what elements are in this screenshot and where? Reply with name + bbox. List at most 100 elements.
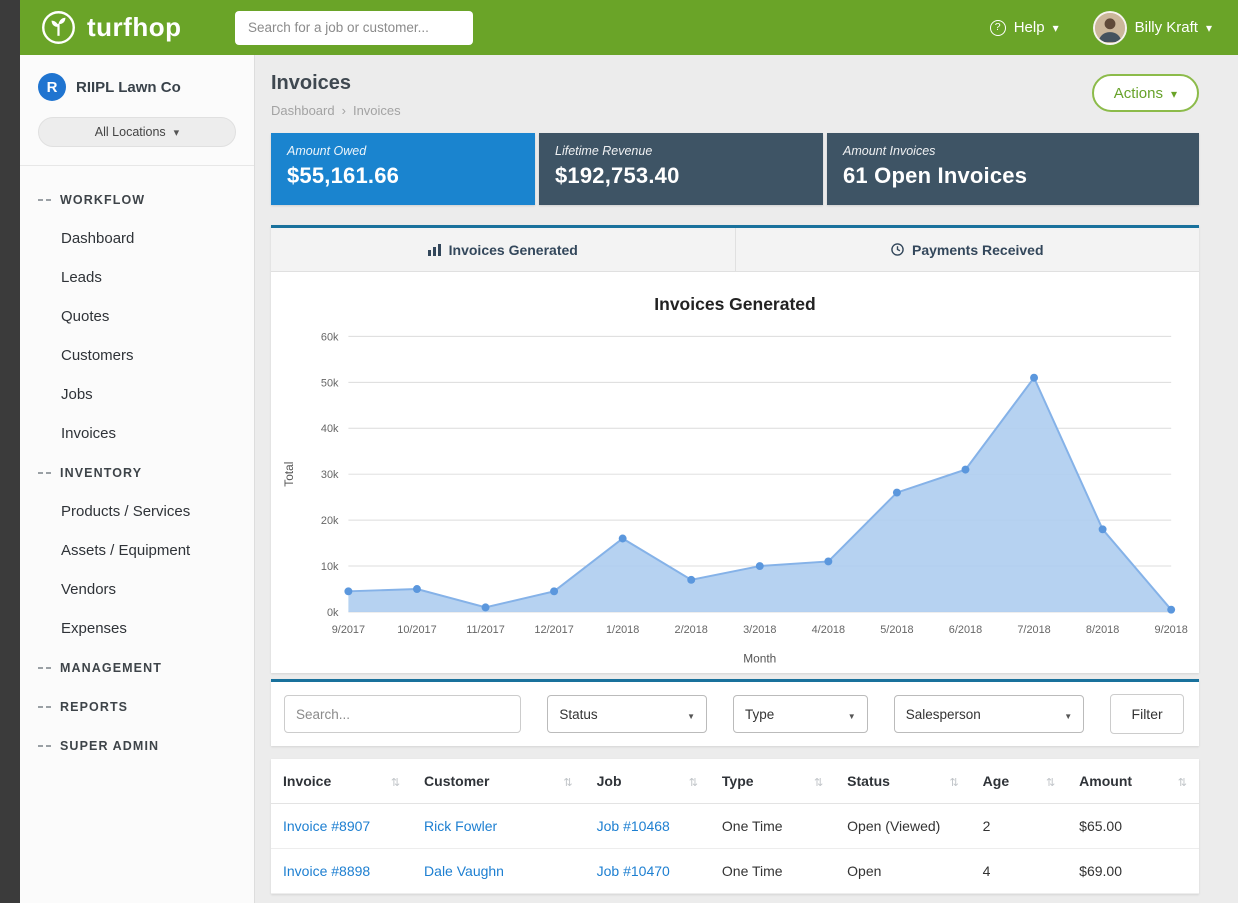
invoice-cell: Invoice #8898 <box>271 849 412 894</box>
customer-link[interactable]: Rick Fowler <box>424 818 497 834</box>
section-icon <box>38 199 51 201</box>
column-header-job[interactable]: Job <box>585 759 710 804</box>
chart-panel: Invoices Generated Payments Received <box>271 225 1199 673</box>
column-header-type[interactable]: Type <box>710 759 835 804</box>
stat-value: $192,753.40 <box>555 163 807 189</box>
svg-text:3/2018: 3/2018 <box>743 624 776 636</box>
sort-icon[interactable] <box>949 773 958 789</box>
sort-icon[interactable] <box>1046 773 1055 789</box>
salesperson-select-value: Salesperson <box>906 707 981 722</box>
company-selector[interactable]: R RIIPL Lawn Co <box>20 71 254 101</box>
sidebar-item-vendors[interactable]: Vendors <box>20 570 254 609</box>
type-select[interactable]: Type <box>733 695 868 733</box>
chevron-down-icon <box>848 707 856 722</box>
breadcrumb-dashboard[interactable]: Dashboard <box>271 103 335 118</box>
svg-text:7/2018: 7/2018 <box>1017 624 1050 636</box>
nav-section-reports[interactable]: REPORTS <box>20 687 254 726</box>
customer-link[interactable]: Dale Vaughn <box>424 863 504 879</box>
sidebar-item-quotes[interactable]: Quotes <box>20 297 254 336</box>
column-label: Age <box>983 773 1009 789</box>
table-row: Invoice #8907Rick FowlerJob #10468One Ti… <box>271 804 1199 849</box>
app-body: R RIIPL Lawn Co All Locations WORKFLOWDa… <box>20 55 1238 903</box>
sidebar-item-invoices[interactable]: Invoices <box>20 414 254 453</box>
location-selector-value: All Locations <box>95 125 166 139</box>
column-label: Customer <box>424 773 489 789</box>
help-menu[interactable]: Help <box>990 19 1059 36</box>
svg-text:30k: 30k <box>321 469 339 481</box>
sort-icon[interactable] <box>814 773 823 789</box>
user-menu[interactable]: Billy Kraft <box>1093 11 1212 45</box>
sort-icon[interactable] <box>689 773 698 789</box>
svg-text:1/2018: 1/2018 <box>606 624 639 636</box>
column-header-invoice[interactable]: Invoice <box>271 759 412 804</box>
bar-chart-icon <box>428 244 441 256</box>
column-header-customer[interactable]: Customer <box>412 759 585 804</box>
sidebar-item-customers[interactable]: Customers <box>20 336 254 375</box>
invoices-table-card: Invoice Customer JobType Status Age Amount In… <box>271 759 1199 894</box>
nav-section-inventory[interactable]: INVENTORY <box>20 453 254 492</box>
nav-section-super-admin[interactable]: SUPER ADMIN <box>20 726 254 765</box>
breadcrumb-invoices: Invoices <box>353 103 401 118</box>
sidebar-nav: WORKFLOWDashboardLeadsQuotesCustomersJob… <box>20 166 254 765</box>
svg-text:Total: Total <box>282 462 296 487</box>
column-label: Status <box>847 773 890 789</box>
nav-section-label: MANAGEMENT <box>60 661 162 675</box>
company-name: RIIPL Lawn Co <box>76 79 181 96</box>
page-header: Invoices Dashboard › Invoices Actions <box>271 72 1199 118</box>
sort-icon[interactable] <box>391 773 400 789</box>
tab-label: Invoices Generated <box>449 242 578 258</box>
sidebar-item-products-services[interactable]: Products / Services <box>20 492 254 531</box>
svg-text:10/2017: 10/2017 <box>397 624 436 636</box>
actions-button[interactable]: Actions <box>1092 74 1199 112</box>
salesperson-select[interactable]: Salesperson <box>894 695 1085 733</box>
invoices-generated-chart: 0k10k20k30k40k50k60k9/201710/201711/2017… <box>279 321 1191 671</box>
nav-section-management[interactable]: MANAGEMENT <box>20 648 254 687</box>
stat-label: Amount Owed <box>287 144 519 158</box>
help-label: Help <box>1014 19 1045 36</box>
column-header-amount[interactable]: Amount <box>1067 759 1199 804</box>
filter-button[interactable]: Filter <box>1110 694 1184 734</box>
chart-body: Invoices Generated 0k10k20k30k40k50k60k9… <box>271 272 1199 673</box>
topbar-search <box>235 11 473 45</box>
svg-text:0k: 0k <box>327 607 339 619</box>
job-link[interactable]: Job #10468 <box>597 818 670 834</box>
svg-text:50k: 50k <box>321 377 339 389</box>
nav-section-label: INVENTORY <box>60 466 142 480</box>
sort-icon[interactable] <box>563 773 572 789</box>
sidebar-item-dashboard[interactable]: Dashboard <box>20 219 254 258</box>
invoice-link[interactable]: Invoice #8898 <box>283 863 370 879</box>
stat-lifetime-revenue: Lifetime Revenue $192,753.40 <box>539 133 823 205</box>
status-select[interactable]: Status <box>547 695 707 733</box>
column-label: Invoice <box>283 773 331 789</box>
sort-icon[interactable] <box>1178 773 1187 789</box>
svg-text:6/2018: 6/2018 <box>949 624 982 636</box>
tab-invoices-generated[interactable]: Invoices Generated <box>271 228 735 271</box>
type-select-value: Type <box>745 707 774 722</box>
invoice-link[interactable]: Invoice #8907 <box>283 818 370 834</box>
section-icon <box>38 745 51 747</box>
column-header-status[interactable]: Status <box>835 759 970 804</box>
tab-payments-received[interactable]: Payments Received <box>735 228 1200 271</box>
nav-section-workflow[interactable]: WORKFLOW <box>20 180 254 219</box>
global-search-input[interactable] <box>235 11 473 45</box>
sidebar-item-jobs[interactable]: Jobs <box>20 375 254 414</box>
tab-label: Payments Received <box>912 242 1044 258</box>
svg-text:5/2018: 5/2018 <box>880 624 913 636</box>
sidebar-item-expenses[interactable]: Expenses <box>20 609 254 648</box>
stat-value: 61 Open Invoices <box>843 163 1183 189</box>
sidebar-item-assets-equipment[interactable]: Assets / Equipment <box>20 531 254 570</box>
page-title: Invoices <box>271 72 401 95</box>
brand[interactable]: turfhop <box>20 9 235 46</box>
chevron-down-icon <box>1206 19 1212 36</box>
sidebar-item-leads[interactable]: Leads <box>20 258 254 297</box>
column-header-age[interactable]: Age <box>971 759 1068 804</box>
chart-title: Invoices Generated <box>279 294 1191 315</box>
job-link[interactable]: Job #10470 <box>597 863 670 879</box>
svg-text:11/2017: 11/2017 <box>466 624 505 636</box>
location-selector[interactable]: All Locations <box>38 117 236 147</box>
customer-cell: Rick Fowler <box>412 804 585 849</box>
svg-text:8/2018: 8/2018 <box>1086 624 1119 636</box>
main-content: Invoices Dashboard › Invoices Actions Am… <box>255 55 1238 903</box>
customer-cell: Dale Vaughn <box>412 849 585 894</box>
table-search-input[interactable] <box>284 695 521 733</box>
